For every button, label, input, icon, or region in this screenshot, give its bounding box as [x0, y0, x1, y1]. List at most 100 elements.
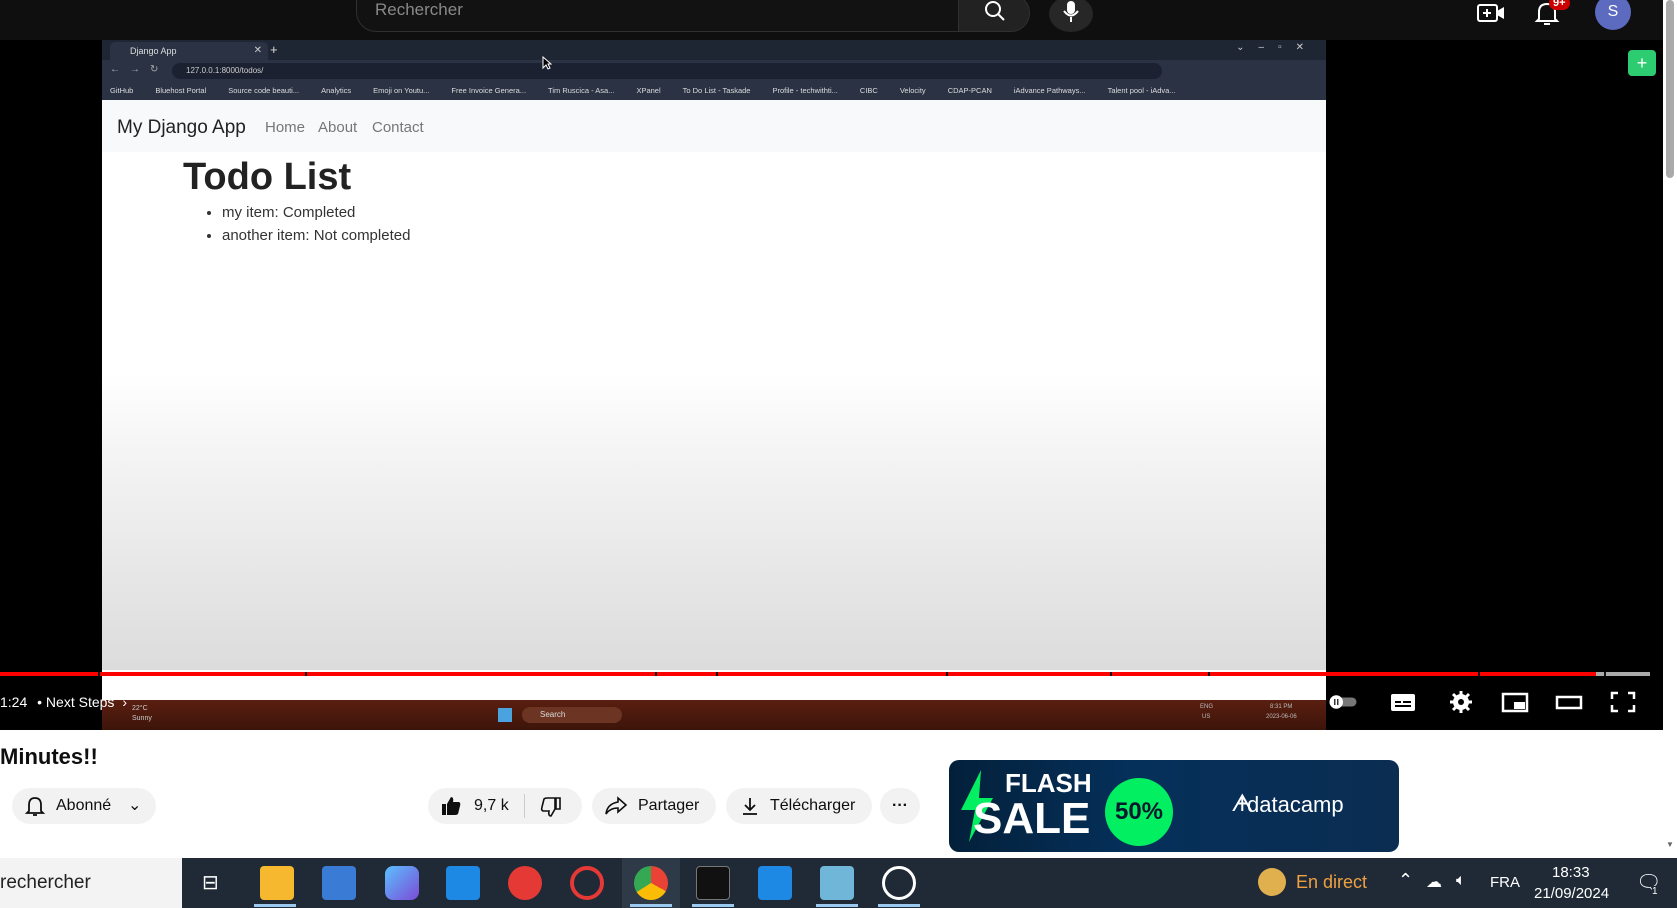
avatar[interactable]: S [1595, 0, 1631, 30]
chrome-icon[interactable] [634, 866, 668, 900]
vscode-icon[interactable] [758, 866, 792, 900]
store-icon[interactable] [322, 866, 356, 900]
taskbar: rechercher ⊟ En direct ⌃ ☁ 🔈︎ FRA 18:33 … [0, 858, 1677, 908]
bookmark-item: GitHub [110, 86, 134, 95]
obs-icon[interactable] [882, 866, 916, 900]
volume-icon[interactable]: 🔈︎ [1456, 872, 1466, 890]
bookmark-item: Emoji on Youtu... [373, 86, 430, 95]
ad-discount: 50% [1105, 778, 1173, 846]
subtitles-icon[interactable] [1388, 690, 1418, 714]
page-scrollbar[interactable]: ▼ [1663, 0, 1677, 858]
share-button[interactable]: Partager [592, 788, 716, 824]
network-icon[interactable]: ☁ [1426, 872, 1442, 892]
like-dislike-group: 9,7 k [428, 788, 582, 824]
notification-badge: 9+ [1549, 0, 1570, 10]
todo-item: another item: Not completed [222, 227, 410, 244]
chapter-divider [946, 672, 948, 676]
theater-mode-icon[interactable] [1554, 690, 1584, 714]
download-button[interactable]: Télécharger [726, 788, 872, 824]
weather-desc: Sunny [132, 715, 152, 722]
chevron-right-icon: › [122, 694, 127, 710]
scrollbar-thumb[interactable] [1666, 0, 1674, 178]
miniplayer-icon[interactable] [1500, 690, 1530, 714]
download-icon [743, 798, 757, 815]
current-time: 1:24 [0, 694, 28, 710]
player-time: 1:24 • Next Steps › [0, 694, 127, 710]
mail-icon[interactable] [446, 866, 480, 900]
live-label[interactable]: En direct [1296, 872, 1367, 893]
search-input[interactable]: Rechercher [356, 0, 960, 32]
settings-gear-icon[interactable] [1446, 690, 1476, 714]
nav-contact: Contact [372, 119, 424, 136]
add-icon[interactable]: + [1628, 50, 1656, 76]
weather-temp: 22°C [132, 705, 148, 712]
bookmark-item: Talent pool - iAdva... [1107, 86, 1176, 95]
more-actions-icon[interactable]: ··· [880, 788, 920, 824]
language-indicator[interactable]: FRA [1490, 874, 1520, 891]
notepad-icon[interactable] [820, 866, 854, 900]
ad-banner[interactable]: FLASH SALE 50% ᗗ datacamp [949, 760, 1399, 852]
bookmark-item: Bluehost Portal [155, 86, 207, 95]
notification-count: 1 [1652, 886, 1658, 897]
active-indicator [254, 904, 296, 907]
task-view-icon[interactable]: ⊟ [202, 870, 219, 895]
terminal-icon[interactable] [696, 866, 730, 900]
window-controls: ⌄–▫✕ [1236, 42, 1318, 53]
ad-brand: datacamp [1247, 792, 1344, 817]
voice-search-button[interactable] [1049, 0, 1093, 32]
thumbs-down-icon[interactable] [540, 796, 562, 818]
opera-icon[interactable] [570, 866, 604, 900]
subscribe-button[interactable]: Abonné ⌄ [12, 788, 156, 824]
nav-about: About [318, 119, 358, 136]
windows-start-icon [498, 708, 512, 722]
fullscreen-icon[interactable] [1608, 690, 1638, 714]
active-indicator [816, 904, 858, 907]
browser-tabstrip: Django App ✕ + ⌄–▫✕ [102, 40, 1326, 60]
chapter-divider [305, 672, 307, 676]
ad-sale: SALE [973, 794, 1091, 843]
bookmark-item: CIBC [859, 86, 878, 95]
browser-nav-icons: ←→↻ [110, 64, 169, 75]
bell-icon [24, 797, 46, 816]
chevron-up-icon[interactable]: ⌃ [1398, 870, 1413, 891]
bookmarks-bar: GitHub Bluehost Portal Source code beauti.… [102, 82, 1326, 100]
django-brand: My Django App [117, 117, 246, 138]
thumbs-up-icon[interactable] [440, 795, 462, 817]
file-explorer-icon[interactable] [260, 866, 294, 900]
create-icon[interactable] [1477, 2, 1505, 24]
lang-bottom: US [1202, 714, 1211, 720]
clock-time[interactable]: 18:33 [1552, 864, 1590, 881]
address-bar: 127.0.0.1:8000/todos/ [172, 63, 1162, 79]
like-count[interactable]: 9,7 k [474, 788, 509, 824]
bookmark-item: Profile - techwithti... [772, 86, 838, 95]
wps-office-icon[interactable] [508, 866, 542, 900]
active-indicator [878, 904, 920, 907]
bookmark-item: Tim Ruscica - Asa... [548, 86, 615, 95]
clock-date[interactable]: 21/09/2024 [1534, 885, 1609, 902]
bookmark-item: Free Invoice Genera... [451, 86, 527, 95]
scroll-down-icon[interactable]: ▼ [1666, 840, 1674, 849]
chapter-title[interactable]: • Next Steps [37, 694, 114, 710]
nav-home: Home [265, 119, 306, 136]
recorded-search-label: Search [540, 710, 566, 719]
bookmark-item: Source code beauti... [228, 86, 300, 95]
search-placeholder: Rechercher [375, 0, 463, 19]
autoplay-toggle-icon[interactable] [1328, 690, 1358, 714]
search-button[interactable] [958, 0, 1030, 32]
active-indicator [630, 904, 672, 907]
chapter-divider [655, 672, 657, 676]
recorded-clock-time: 8:31 PM [1270, 704, 1293, 710]
taskbar-search[interactable]: rechercher [0, 858, 182, 908]
django-navbar: My Django App Home About Contact [102, 100, 1326, 152]
bookmark-item: XPanel [636, 86, 661, 95]
share-icon [605, 796, 628, 815]
video-title: Minutes!! [0, 744, 98, 769]
chapter-divider [716, 672, 718, 676]
chevron-down-icon: ⌄ [128, 797, 142, 814]
copilot-icon[interactable] [385, 866, 419, 900]
chapter-divider [1110, 672, 1112, 676]
active-indicator [692, 904, 734, 907]
new-tab-icon: + [270, 42, 278, 57]
todo-item: my item: Completed [222, 204, 410, 221]
video-info: Minutes!! Abonné ⌄ 9,7 k Partager Téléch… [0, 730, 1677, 858]
